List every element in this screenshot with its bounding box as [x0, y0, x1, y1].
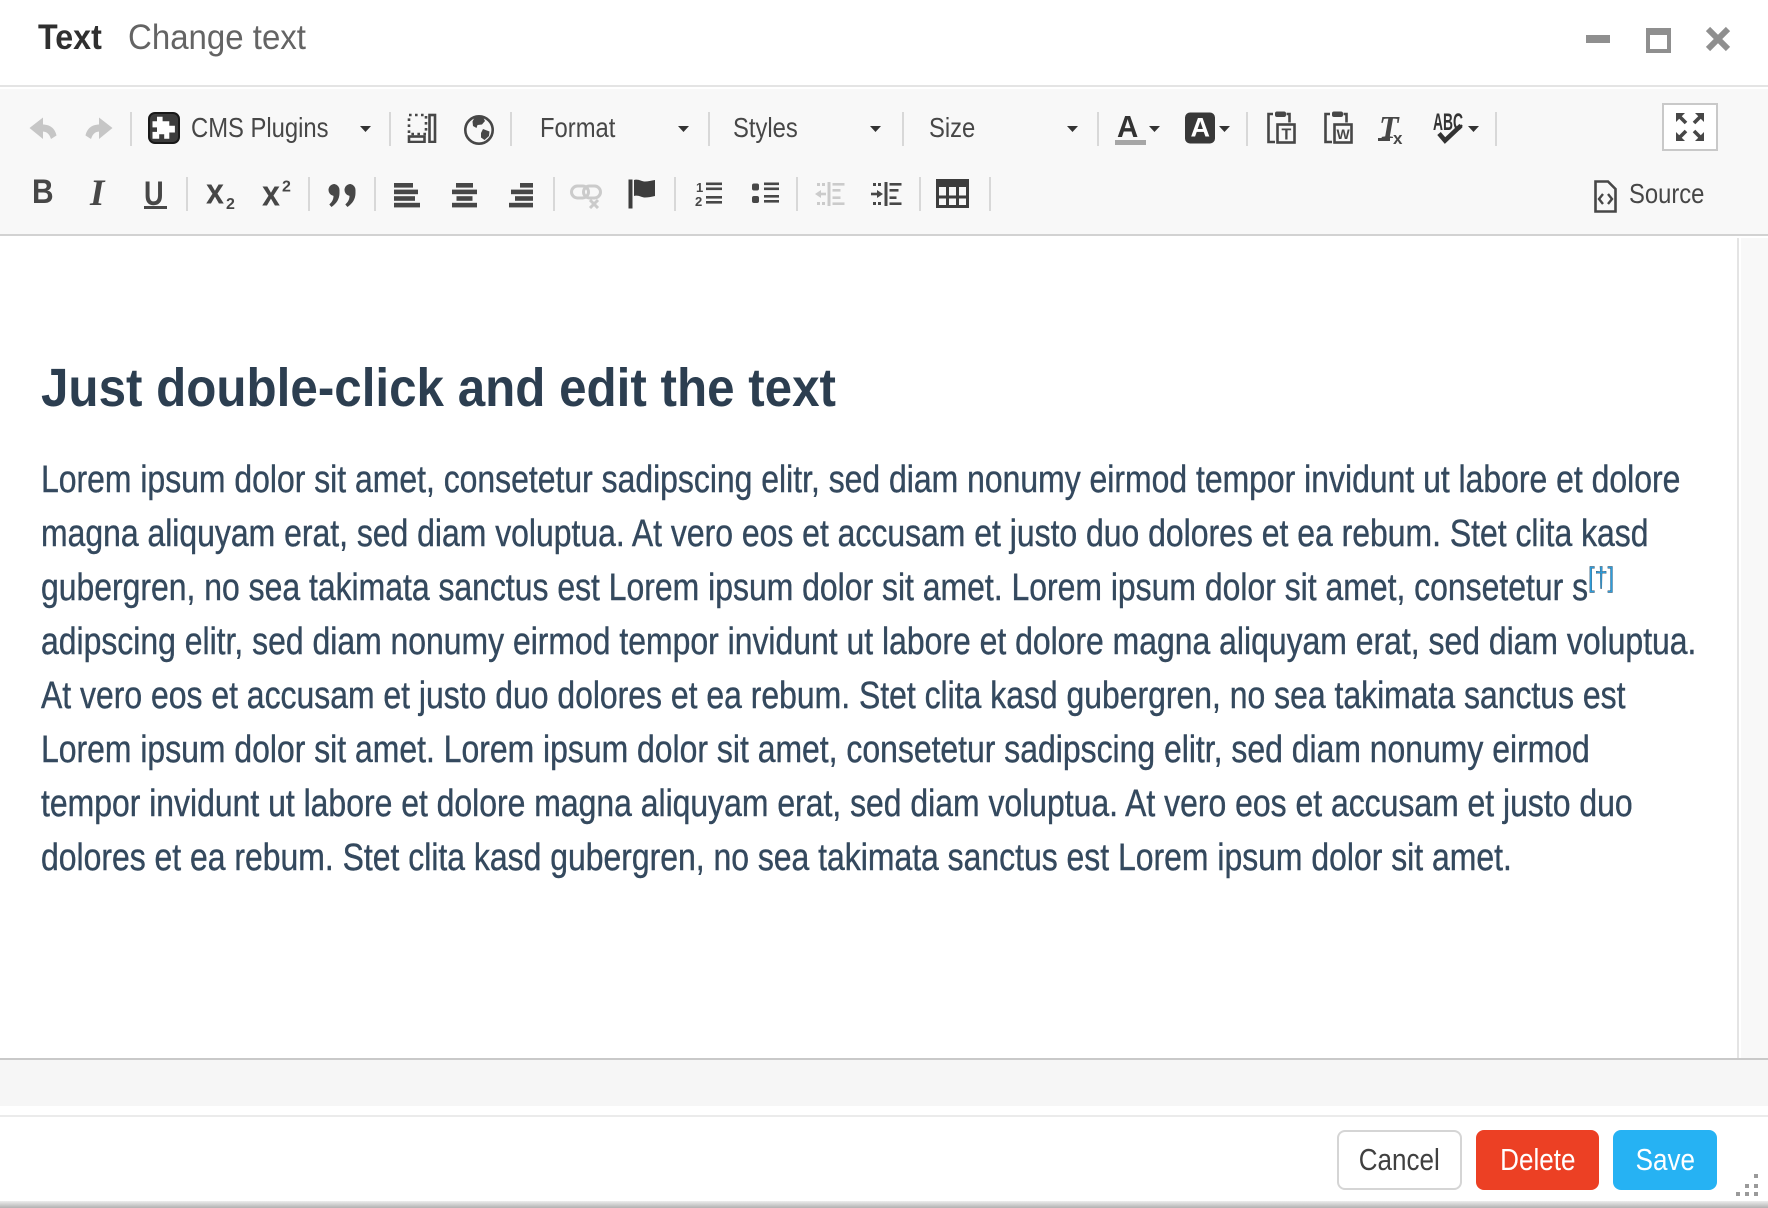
svg-text:2: 2: [282, 179, 291, 196]
svg-text:W: W: [1337, 126, 1351, 142]
svg-text:x: x: [262, 176, 280, 208]
svg-text:ABC: ABC: [1433, 109, 1463, 136]
svg-text:1: 1: [696, 181, 703, 195]
svg-text:2: 2: [695, 194, 702, 207]
svg-text:A: A: [1191, 113, 1211, 143]
svg-text:x: x: [206, 180, 224, 212]
svg-text:x: x: [1393, 129, 1403, 144]
svg-text:T: T: [1282, 127, 1292, 144]
svg-text:2: 2: [226, 196, 235, 212]
